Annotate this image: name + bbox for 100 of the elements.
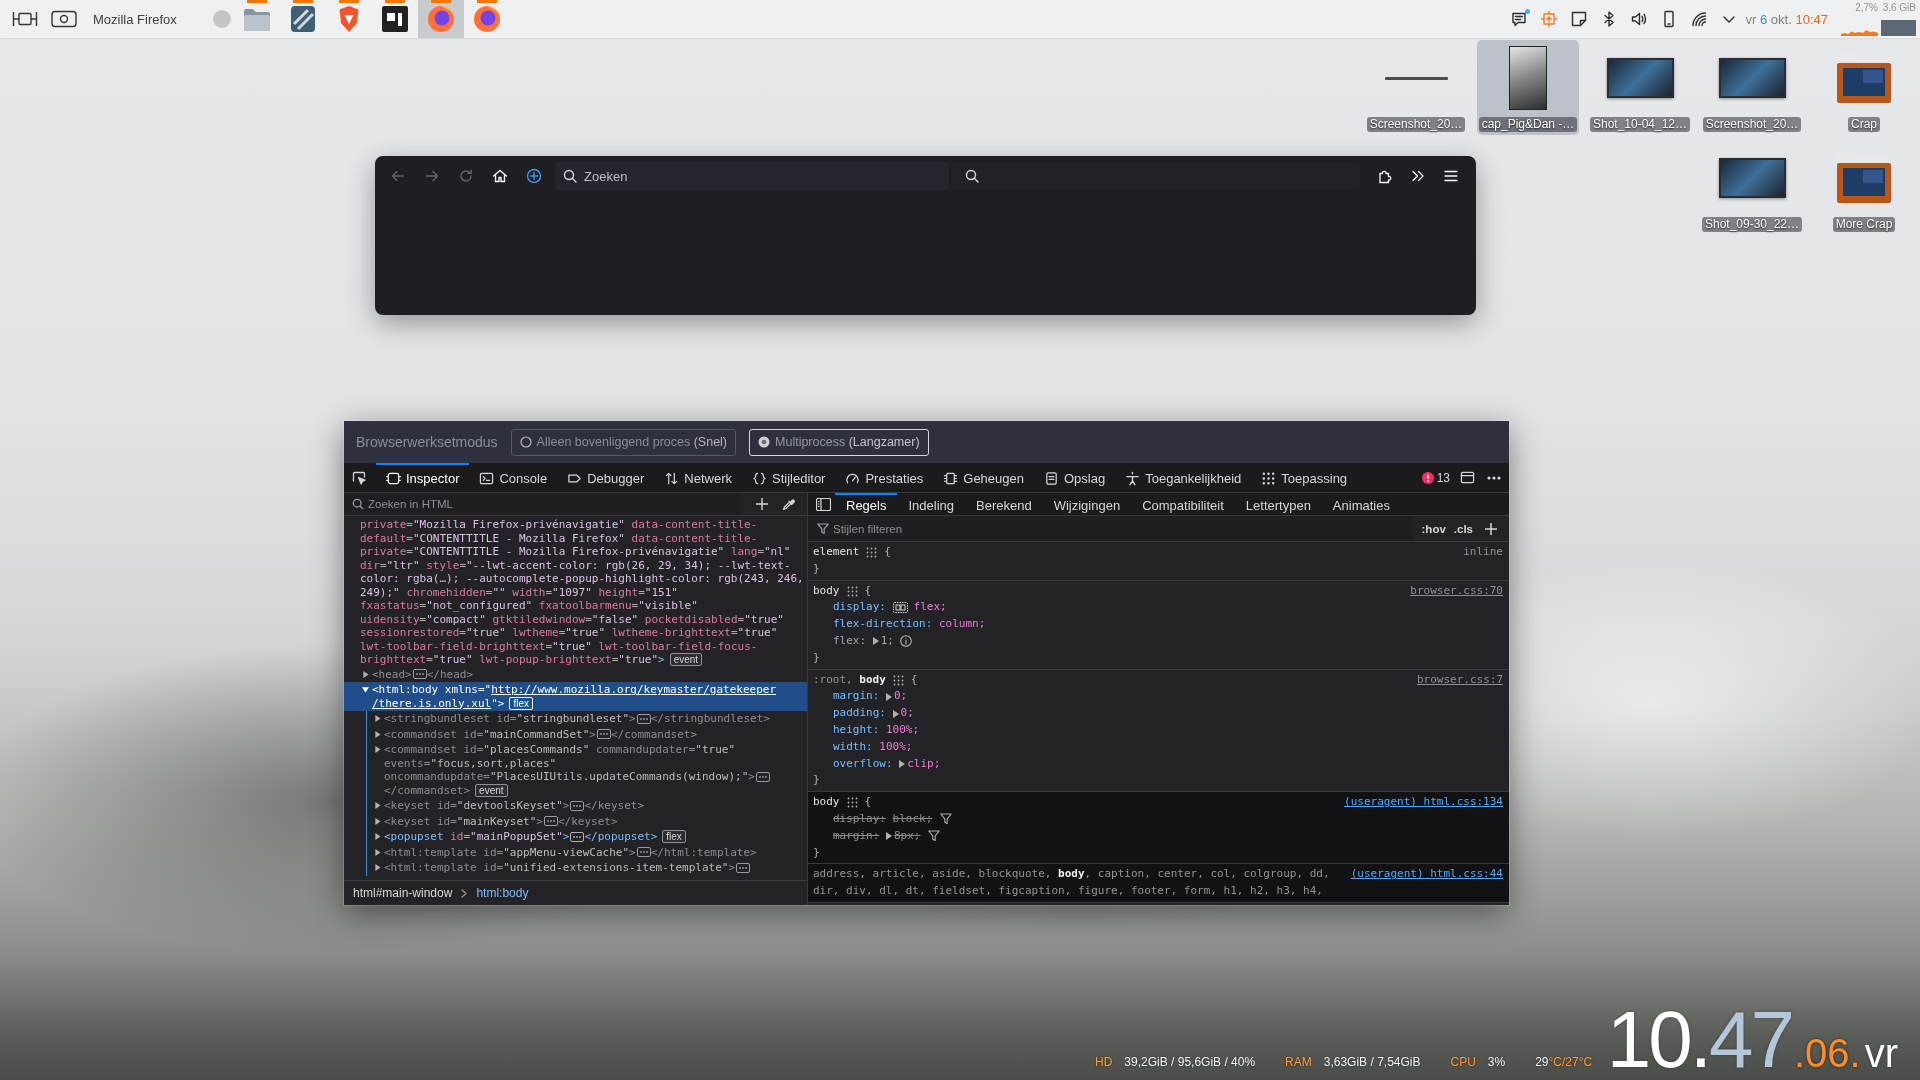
css-value[interactable]: 1; xyxy=(880,633,894,650)
desktop-icon[interactable]: Screenshot_20… xyxy=(1701,40,1803,135)
disclosure-triangle-icon[interactable] xyxy=(374,730,381,738)
devtools-tab[interactable]: Geheugen xyxy=(933,463,1034,492)
filter-icon[interactable] xyxy=(940,813,953,826)
source-link[interactable]: (useragent) html.css:44 xyxy=(1350,866,1503,884)
camera-icon[interactable] xyxy=(51,10,77,28)
more-icon[interactable] xyxy=(1487,475,1501,480)
dot-grid-icon[interactable] xyxy=(892,674,904,686)
ellipsis-icon[interactable] xyxy=(636,847,651,858)
css-property[interactable]: overflow: xyxy=(833,755,893,773)
volume-icon[interactable] xyxy=(1629,10,1648,28)
markup-badge[interactable]: event xyxy=(669,653,703,667)
puzzle-icon[interactable] xyxy=(1377,168,1393,184)
selected-row[interactable]: <html:body xmlns="http://www.mozilla.org/keymaster/gatekeeper /there.is.only.xul"> flex xyxy=(344,682,807,711)
disclosure-triangle-icon[interactable] xyxy=(872,637,879,646)
plus-icon[interactable] xyxy=(1485,522,1497,535)
css-value[interactable]: 0; xyxy=(900,705,914,722)
desktop-icon[interactable]: Crap xyxy=(1813,40,1915,135)
breadcrumb[interactable]: html#main-window xyxy=(353,886,453,900)
source-link[interactable]: browser.css:7 xyxy=(1416,671,1503,689)
markup-badge[interactable]: flex xyxy=(509,696,534,710)
disclosure-triangle-icon[interactable] xyxy=(374,864,381,872)
disclosure-triangle-icon[interactable] xyxy=(899,759,906,768)
menu-icon[interactable] xyxy=(1443,168,1459,184)
disclosure-triangle-icon[interactable] xyxy=(362,670,369,678)
url-field[interactable]: Zoeken xyxy=(584,168,784,184)
info-icon[interactable] xyxy=(899,635,912,648)
house-icon[interactable] xyxy=(492,168,508,184)
source-link[interactable]: browser.css:70 xyxy=(1410,582,1503,600)
disclosure-triangle-icon[interactable] xyxy=(374,817,381,825)
breadcrumb[interactable]: html:body xyxy=(476,886,529,900)
mode-option[interactable]: Alleen bovenliggend proces (Snel) xyxy=(510,428,737,456)
namespace-link[interactable]: http://www.mozilla.org/keymaster/gatekeeper xyxy=(491,683,776,697)
sidebar-tab[interactable]: Compatibiliteit xyxy=(1131,493,1235,515)
css-value[interactable]: 100%; xyxy=(885,721,920,739)
sidebar-tab[interactable]: Wijzigingen xyxy=(1042,493,1132,515)
ellipsis-icon[interactable] xyxy=(636,713,651,724)
disclosure-triangle-icon[interactable] xyxy=(362,686,369,694)
panel-clock[interactable]: vr 6 okt. 10:47 xyxy=(1745,11,1828,27)
css-property[interactable]: display: xyxy=(833,810,886,828)
css-value[interactable]: 0; xyxy=(893,688,908,706)
desktop-icon[interactable]: Screenshot_20… xyxy=(1365,40,1467,135)
dot-grid-icon[interactable] xyxy=(846,797,858,809)
css-property[interactable]: flex: xyxy=(833,633,867,650)
filter-field[interactable]: Stijlen filteren xyxy=(833,522,1414,535)
desktop-icon[interactable]: More Crap xyxy=(1813,140,1915,235)
ellipsis-icon[interactable] xyxy=(412,669,427,680)
ellipsis-icon[interactable] xyxy=(543,816,558,827)
css-value[interactable]: block; xyxy=(892,810,933,828)
double-chevron-icon[interactable] xyxy=(1410,168,1426,184)
dot-grid-icon[interactable] xyxy=(866,547,878,558)
css-property[interactable]: margin: xyxy=(833,827,880,845)
css-value[interactable]: flex; xyxy=(913,599,947,617)
flexbox-toggle-icon[interactable] xyxy=(892,602,908,614)
ellipsis-icon[interactable] xyxy=(755,771,770,782)
filter-icon[interactable] xyxy=(928,830,941,843)
devtools-tab[interactable]: Opslag xyxy=(1034,463,1116,492)
sidebar-tab[interactable]: Lettertypen xyxy=(1234,493,1322,515)
disclosure-triangle-icon[interactable] xyxy=(885,692,892,701)
markup-badge[interactable]: flex xyxy=(662,830,686,844)
disclosure-triangle-icon[interactable] xyxy=(374,802,381,810)
ellipsis-icon[interactable] xyxy=(570,800,585,811)
sidebar-toggle-icon[interactable] xyxy=(816,497,831,511)
css-value[interactable]: clip; xyxy=(907,755,941,773)
disclosure-triangle-icon[interactable] xyxy=(374,848,381,856)
source-link[interactable]: (useragent) html.css:134 xyxy=(1344,794,1503,811)
sidebar-tab[interactable]: Indeling xyxy=(897,493,965,515)
devtools-tab[interactable]: Stijleditor xyxy=(742,463,836,492)
devtools-tab[interactable]: Console xyxy=(469,463,558,492)
disclosure-triangle-icon[interactable] xyxy=(374,746,381,754)
error-count-button[interactable]: 13 xyxy=(1421,463,1450,492)
css-property[interactable]: padding: xyxy=(833,705,886,722)
markup-badge[interactable]: event xyxy=(475,783,508,797)
filter-box[interactable]: Stijlen filteren xyxy=(808,516,1414,541)
devtools-tab[interactable]: Netwerk xyxy=(654,463,742,492)
css-value[interactable]: 100%; xyxy=(879,738,913,756)
ellipsis-icon[interactable] xyxy=(570,831,585,842)
message-icon[interactable] xyxy=(1509,10,1528,28)
url-bar[interactable]: Zoeken xyxy=(555,162,949,190)
css-value[interactable]: column; xyxy=(938,616,986,633)
ellipsis-icon[interactable] xyxy=(596,729,611,740)
plus-icon[interactable] xyxy=(756,498,768,510)
devtools-tab[interactable]: Toegankelijkheid xyxy=(1115,463,1252,492)
desktop-icon[interactable]: Shot_10-04_12… xyxy=(1589,40,1691,135)
search-box[interactable]: Zoeken in HTML xyxy=(344,493,742,515)
dot-grid-icon[interactable] xyxy=(846,585,858,597)
desktop-icon[interactable]: Shot_09-30_22… xyxy=(1701,140,1803,235)
devtools-tab[interactable]: Prestaties xyxy=(835,463,934,492)
element-picker-icon[interactable] xyxy=(351,469,367,486)
css-property[interactable]: height: xyxy=(833,721,880,739)
devtools-tab[interactable]: Toepassing xyxy=(1251,463,1358,492)
disclosure-triangle-icon[interactable] xyxy=(374,833,381,841)
pseudo-class-toggle[interactable]: :hov xyxy=(1421,522,1446,535)
window-frame-icon[interactable] xyxy=(12,10,38,28)
desktop-icon[interactable]: cap_Pig&Dan -… xyxy=(1477,40,1579,135)
note-icon[interactable] xyxy=(1569,10,1588,28)
namespace-link[interactable]: /there.is.only.xul xyxy=(372,696,492,710)
css-property[interactable]: margin: xyxy=(833,688,880,706)
css-property[interactable]: width: xyxy=(833,738,873,756)
